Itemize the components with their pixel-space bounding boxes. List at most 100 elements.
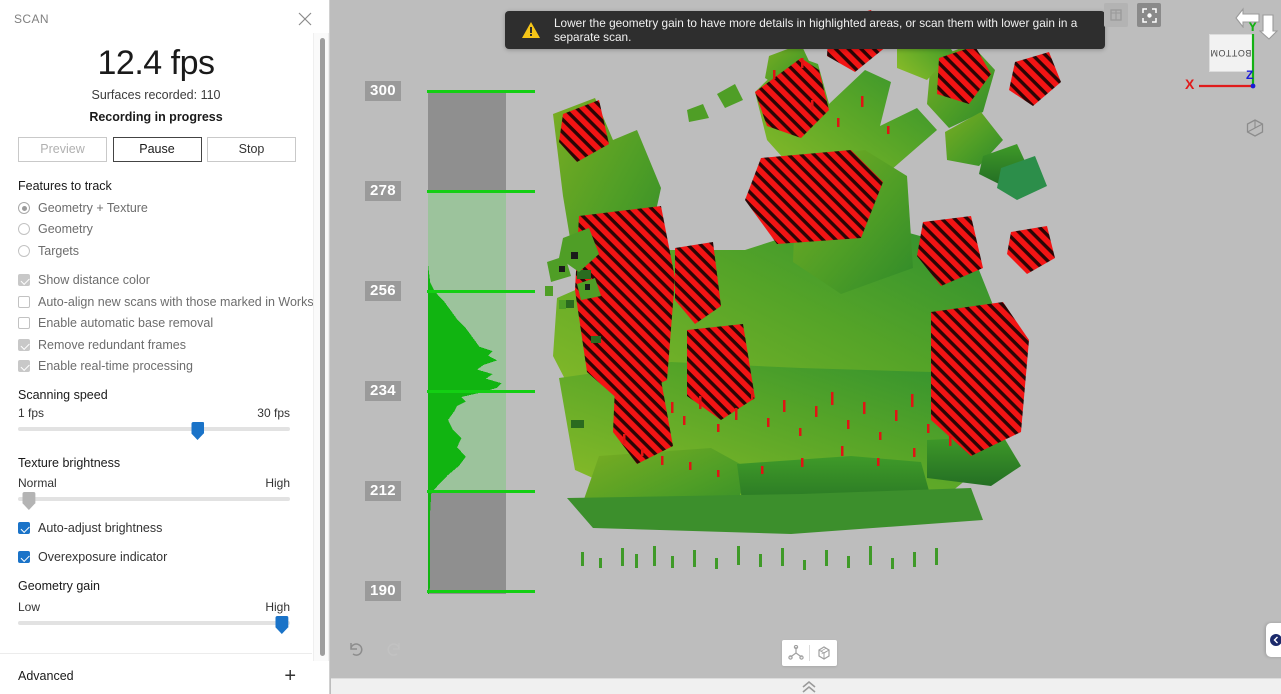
scale-tick — [427, 90, 535, 93]
advanced-section-toggle[interactable]: Advanced + — [0, 658, 312, 694]
panel-toggle-icon[interactable] — [1266, 623, 1281, 657]
view-cube-icon[interactable] — [1243, 116, 1267, 140]
rotate-right-arrow-icon[interactable] — [1259, 14, 1281, 40]
scale-label-278: 278 — [365, 181, 401, 201]
recording-status-text: Recording in progress — [89, 110, 223, 124]
scanning-speed-label: Scanning speed — [18, 388, 108, 402]
checkbox-automatic-base-removal[interactable]: Enable automatic base removal — [18, 315, 213, 331]
checkbox-auto-adjust-brightness[interactable]: Auto-adjust brightness — [18, 520, 162, 536]
warning-toast: Lower the geometry gain to have more det… — [505, 11, 1105, 49]
checkbox-indicator[interactable] — [18, 522, 30, 534]
checkbox-overexposure-indicator[interactable]: Overexposure indicator — [18, 549, 167, 565]
preview-button[interactable]: Preview — [18, 137, 107, 162]
scrollbar-thumb[interactable] — [320, 38, 325, 656]
checkbox-label: Remove redundant frames — [38, 338, 186, 352]
geometry-gain-label: Geometry gain — [18, 579, 100, 593]
stop-button[interactable]: Stop — [207, 137, 296, 162]
scale-label-256: 256 — [365, 281, 401, 301]
navigation-cube[interactable]: BOTTOM X Y Z — [1163, 4, 1279, 104]
advanced-label: Advanced — [18, 669, 74, 683]
scale-tick — [427, 590, 535, 593]
chevron-double-up-icon[interactable] — [800, 680, 818, 694]
geometry-gain-max-label: High — [265, 600, 290, 614]
checkbox-label: Overexposure indicator — [38, 550, 168, 564]
scale-tick — [427, 390, 535, 393]
radio-geometry[interactable]: Geometry — [18, 221, 93, 237]
scale-label-234: 234 — [365, 381, 401, 401]
scan-settings-panel: SCAN 12.4 fps Surfaces recorded: 110 Rec… — [0, 0, 330, 694]
page-title: SCAN — [14, 12, 49, 26]
geometry-gain-range: Low High — [18, 600, 290, 614]
slider-track[interactable] — [18, 616, 290, 634]
undo-redo-group — [343, 636, 407, 662]
navcube-axis-x-label: X — [1185, 76, 1195, 92]
warning-triangle-icon — [522, 22, 540, 38]
navcube-axis-z-label: Z — [1246, 68, 1254, 82]
checkbox-indicator[interactable] — [18, 317, 30, 329]
status-bar — [331, 678, 1281, 694]
checkbox-label: Show distance color — [38, 273, 150, 287]
perspective-projection-icon[interactable] — [1104, 3, 1128, 27]
texture-brightness-max-label: High — [265, 476, 290, 490]
radio-label: Geometry — [38, 222, 93, 236]
radio-indicator[interactable] — [18, 223, 30, 235]
transport-button-row: Preview Pause Stop — [18, 137, 296, 162]
view-tools-group — [782, 640, 837, 666]
rotate-left-arrow-icon[interactable] — [1235, 6, 1261, 28]
texture-brightness-label: Texture brightness — [18, 456, 121, 470]
scale-tick — [427, 190, 535, 193]
checkbox-label: Auto-adjust brightness — [38, 521, 163, 535]
distance-color-scale: 300 278 256 234 212 190 — [365, 81, 535, 602]
checkbox-label: Auto-align new scans with those marked i… — [38, 295, 330, 309]
texture-brightness-range: Normal High — [18, 476, 290, 490]
checkbox-remove-redundant-frames[interactable]: Remove redundant frames — [18, 337, 186, 353]
geometry-gain-min-label: Low — [18, 600, 41, 614]
plus-icon[interactable]: + — [284, 666, 296, 686]
radio-geometry-texture[interactable]: Geometry + Texture — [18, 200, 148, 216]
radio-label: Geometry + Texture — [38, 201, 148, 215]
distance-histogram — [428, 90, 502, 594]
axis-gizmo-icon[interactable] — [782, 640, 809, 666]
texture-brightness-min-label: Normal — [18, 476, 57, 490]
surfaces-recorded-text: Surfaces recorded: 110 — [91, 88, 221, 102]
checkbox-show-distance-color[interactable]: Show distance color — [18, 272, 150, 288]
mesh-cube-icon[interactable] — [810, 640, 837, 666]
texture-brightness-slider[interactable]: Normal High — [18, 476, 290, 510]
slider-thumb[interactable] — [275, 616, 289, 634]
redo-icon — [381, 636, 407, 662]
checkbox-label: Enable real-time processing — [38, 359, 193, 373]
radio-targets[interactable]: Targets — [18, 243, 79, 259]
slider-track[interactable] — [18, 422, 290, 440]
toast-message: Lower the geometry gain to have more det… — [554, 15, 1078, 44]
slider-thumb[interactable] — [22, 492, 36, 510]
checkbox-indicator[interactable] — [18, 551, 30, 563]
scanning-speed-range: 1 fps 30 fps — [18, 406, 290, 420]
slider-thumb[interactable] — [191, 422, 205, 440]
scale-label-190: 190 — [365, 581, 401, 601]
geometry-gain-slider[interactable]: Low High — [18, 600, 290, 634]
radio-indicator[interactable] — [18, 245, 30, 257]
close-icon[interactable] — [297, 11, 313, 27]
fit-to-screen-icon[interactable] — [1137, 3, 1161, 27]
panel-scrollbar[interactable] — [313, 33, 329, 661]
scanning-speed-max-label: 30 fps — [257, 406, 290, 420]
checkbox-indicator[interactable] — [18, 339, 30, 351]
panel-header: SCAN — [0, 0, 329, 34]
checkbox-indicator[interactable] — [18, 274, 30, 286]
checkbox-indicator[interactable] — [18, 296, 30, 308]
checkbox-auto-align-new-scans[interactable]: Auto-align new scans with those marked i… — [18, 294, 330, 310]
radio-indicator[interactable] — [18, 202, 30, 214]
scanning-speed-slider[interactable]: 1 fps 30 fps — [18, 406, 290, 440]
undo-icon[interactable] — [343, 636, 369, 662]
checkbox-real-time-processing[interactable]: Enable real-time processing — [18, 358, 193, 374]
scan-application: SCAN 12.4 fps Surfaces recorded: 110 Rec… — [0, 0, 1281, 694]
radio-label: Targets — [38, 244, 79, 258]
scale-label-212: 212 — [365, 481, 401, 501]
pause-button[interactable]: Pause — [112, 137, 202, 162]
features-to-track-label: Features to track — [18, 179, 112, 193]
slider-track[interactable] — [18, 492, 290, 510]
divider — [0, 653, 312, 654]
fps-readout: 12.4 fps — [97, 44, 215, 82]
checkbox-indicator[interactable] — [18, 360, 30, 372]
3d-viewport[interactable]: 300 278 256 234 212 190 Lower the geomet… — [331, 0, 1281, 678]
